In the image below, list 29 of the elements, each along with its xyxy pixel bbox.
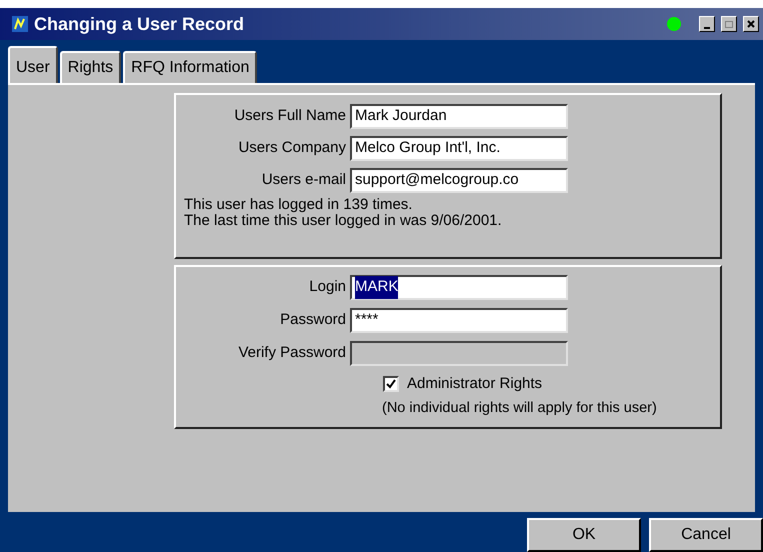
checkbox[interactable] — [383, 376, 399, 392]
info-text: The last time this user logged in was 9/06/2001. — [184, 213, 503, 229]
input-field[interactable]: Melco Group Int'l, Inc. — [350, 136, 568, 161]
close-icon — [747, 20, 755, 28]
window-title: Changing a User Record — [34, 12, 244, 36]
field-label: Users e-mail — [260, 170, 347, 190]
tab[interactable]: Rights — [60, 51, 122, 83]
field-label: Login — [308, 277, 347, 298]
input-field[interactable]: **** — [350, 308, 568, 333]
rights-note: (No individual rights will apply for this user) — [381, 398, 658, 418]
input-field[interactable]: MARK — [350, 275, 568, 300]
field-label: Users Full Name — [233, 106, 347, 126]
dialog-button[interactable]: Cancel — [649, 518, 763, 552]
input-field[interactable]: Mark Jourdan — [350, 104, 568, 129]
field-label: Users Company — [237, 138, 347, 158]
maximize-button[interactable] — [721, 16, 737, 32]
field-label: Password — [279, 310, 347, 330]
input-field[interactable]: support@melcogroup.co — [350, 168, 568, 193]
checkmark-icon — [386, 379, 396, 390]
checkbox-label: Administrator Rights — [407, 374, 542, 394]
app-icon — [12, 16, 28, 32]
tab[interactable]: User — [8, 46, 58, 83]
info-text: This user has logged in 139 times. — [184, 197, 414, 213]
minimize-button[interactable] — [699, 16, 715, 32]
selected-text: MARK — [355, 276, 398, 299]
dialog-button[interactable]: OK — [527, 518, 641, 552]
tab[interactable]: RFQ Information — [123, 51, 258, 83]
field-label: Verify Password — [237, 343, 347, 364]
close-button[interactable] — [743, 16, 759, 32]
